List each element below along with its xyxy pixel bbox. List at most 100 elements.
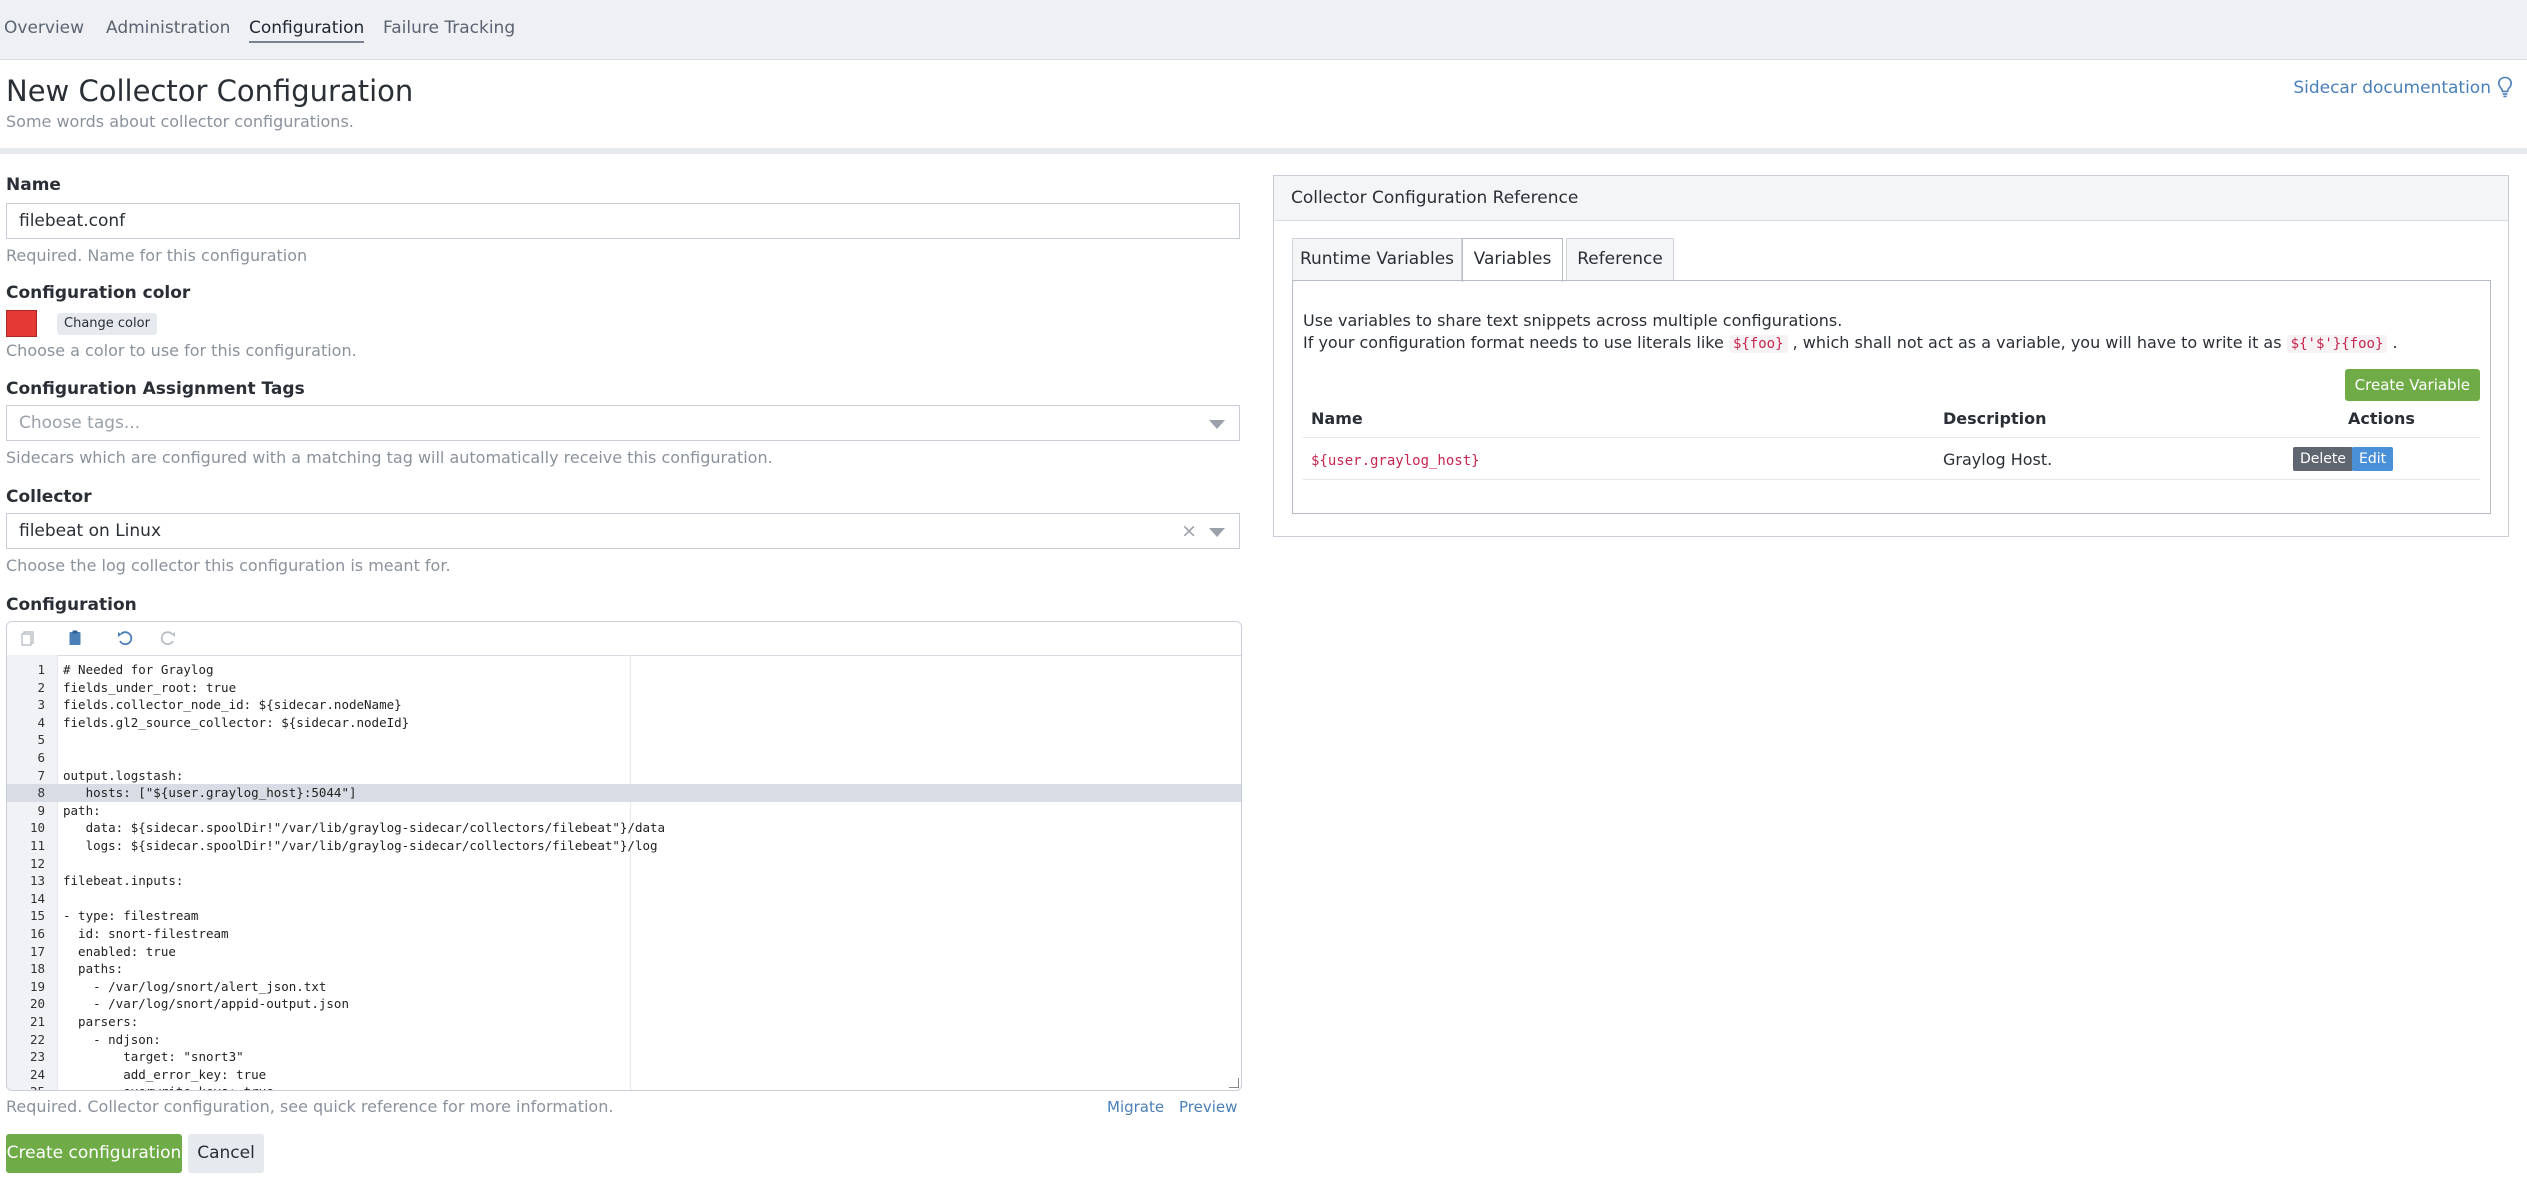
line-number: 8 [37,785,45,801]
column-header-actions: Actions [2348,409,2415,428]
resize-handle[interactable] [1229,1078,1239,1088]
line-number: 11 [29,838,45,853]
line-number: 17 [29,943,45,959]
line-number: 18 [29,961,45,977]
code-line[interactable]: 6 [7,749,1241,767]
code-line[interactable]: 18 paths: [7,960,1241,978]
collector-select[interactable]: filebeat on Linux × [6,513,1240,549]
clear-icon[interactable]: × [1181,514,1197,548]
code-line[interactable]: 22 - ndjson: [7,1031,1241,1049]
code-line[interactable]: 12 [7,855,1241,873]
edit-variable-button[interactable]: Edit [2352,447,2394,471]
copy-icon[interactable] [17,627,39,649]
code-text: paths: [63,961,124,977]
code-line[interactable]: 9 path: [7,802,1241,820]
nav-overview[interactable]: Overview [4,18,84,41]
code-line[interactable]: 3 fields.collector_node_id: ${sidecar.nod… [7,696,1241,714]
preview-link[interactable]: Preview [1179,1098,1237,1116]
code-line[interactable]: 14 [7,890,1241,908]
delete-variable-button[interactable]: Delete [2293,447,2353,471]
line-number: 5 [37,732,45,748]
tab-reference[interactable]: Reference [1566,238,1674,280]
code-text: filebeat.inputs: [63,873,184,889]
tags-help: Sidecars which are configured with a mat… [6,448,773,467]
reference-panel-title: Collector Configuration Reference [1291,188,1579,208]
line-number: 25 [7,1083,45,1090]
change-color-button[interactable]: Change color [57,313,157,335]
configuration-editor[interactable]: 1 # Needed for Graylog 2 fields_under_root:… [6,621,1242,1091]
line-number: 1 [37,662,45,677]
code-line[interactable]: 15 - type: filestream [7,907,1241,925]
table-header-divider [1303,437,2480,438]
color-swatch[interactable] [6,310,37,337]
nav-administration[interactable]: Administration [106,18,230,41]
literal-example-code: ${foo} [1728,335,1788,353]
code-text: path: [63,802,101,818]
code-line[interactable]: 5 [7,731,1241,749]
name-help: Required. Name for this configuration [6,246,308,265]
code-text: - ndjson: [63,1031,161,1047]
code-text: overwrite_keys: true [63,1083,274,1090]
line-number: 22 [29,1031,45,1047]
code-line[interactable]: 13 filebeat.inputs: [7,872,1241,890]
name-input[interactable]: filebeat.conf [6,203,1240,239]
code-text: - type: filestream [63,908,199,924]
code-text: - /var/log/snort/alert_json.txt [63,978,327,994]
code-line[interactable]: 1 # Needed for Graylog [7,661,1241,679]
tags-placeholder: Choose tags... [19,413,141,433]
line-number: 2 [37,679,45,695]
color-help: Choose a color to use for this configura… [6,341,357,360]
undo-icon[interactable] [114,627,136,649]
code-text: - /var/log/snort/appid-output.json [63,996,349,1012]
code-line[interactable]: 7 output.logstash: [7,767,1241,785]
tab-runtime-variables[interactable]: Runtime Variables [1292,238,1462,280]
table-row-divider [1303,479,2480,480]
code-line[interactable]: 19 - /var/log/snort/alert_json.txt [7,978,1241,996]
code-line[interactable]: 21 parsers: [7,1013,1241,1031]
variables-literal-note: If your configuration format needs to us… [1303,333,2398,353]
chevron-down-icon[interactable] [1209,528,1225,537]
code-line[interactable]: 2 fields_under_root: true [7,679,1241,697]
create-variable-button[interactable]: Create Variable [2344,369,2480,401]
code-text: target: "snort3" [63,1049,244,1065]
code-line[interactable]: 23 target: "snort3" [7,1048,1241,1066]
code-line[interactable]: 17 enabled: true [7,943,1241,961]
configuration-label: Configuration [6,595,137,615]
code-line[interactable]: 11 logs: ${sidecar.spoolDir!"/var/lib/gr… [7,837,1241,855]
code-line[interactable]: 24 add_error_key: true [7,1066,1241,1084]
nav-failure-tracking[interactable]: Failure Tracking [383,18,515,41]
line-number: 14 [29,890,45,906]
code-line[interactable]: 16 id: snort-filestream [7,925,1241,943]
cancel-button[interactable]: Cancel [188,1134,264,1173]
configuration-help: Required. Collector configuration, see q… [6,1097,614,1116]
editor-toolbar [7,622,1241,656]
top-nav: Overview Administration Configuration Fa… [0,0,2527,60]
redo-icon[interactable] [157,627,179,649]
collector-value: filebeat on Linux [19,521,162,541]
code-line[interactable]: 4 fields.gl2_source_collector: ${sidecar.… [7,714,1241,732]
line-number: 23 [29,1049,45,1065]
reference-panel: Collector Configuration Reference Runtim… [1273,175,2509,537]
code-line[interactable]: 8 hosts: ["${user.graylog_host}:5044"] [7,784,1241,802]
page-subtitle: Some words about collector configuration… [6,112,354,131]
line-number: 24 [29,1066,45,1082]
line-number: 4 [37,714,45,730]
chevron-down-icon[interactable] [1209,420,1225,429]
tags-select[interactable]: Choose tags... [6,405,1240,441]
paste-icon[interactable] [64,627,86,649]
migrate-link[interactable]: Migrate [1107,1098,1164,1116]
sidecar-documentation-link[interactable]: Sidecar documentation [2293,78,2491,98]
line-number: 6 [37,750,45,765]
variable-name: ${user.graylog_host} [1311,453,1480,469]
line-number: 7 [37,767,45,783]
column-header-name: Name [1311,409,1363,428]
name-label: Name [6,175,61,195]
code-line[interactable]: 10 data: ${sidecar.spoolDir!"/var/lib/gr… [7,819,1241,837]
variables-tab-content: Use variables to share text snippets acr… [1292,280,2491,514]
page-title: New Collector Configuration [6,74,414,108]
code-line[interactable]: 20 - /var/log/snort/appid-output.json [7,995,1241,1013]
code-line[interactable]: 25 overwrite_keys: true [7,1083,1241,1090]
create-configuration-button[interactable]: Create configuration [6,1134,182,1173]
nav-configuration[interactable]: Configuration [249,18,365,43]
tab-variables[interactable]: Variables [1462,238,1563,282]
